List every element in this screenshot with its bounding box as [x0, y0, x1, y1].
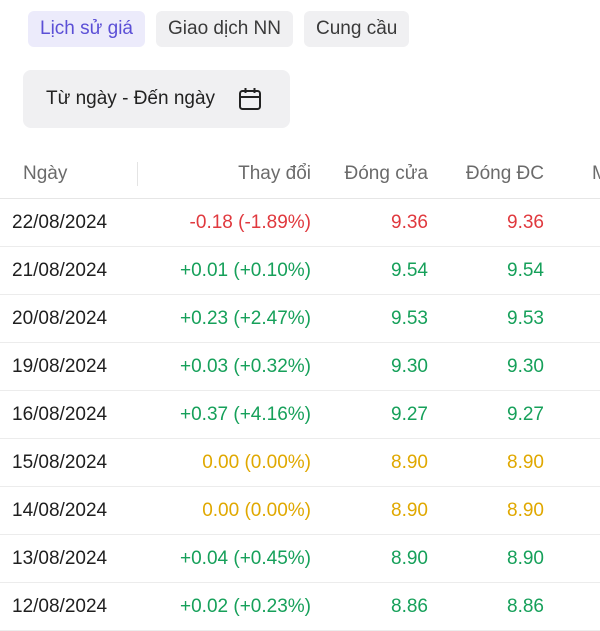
date-range-label: Từ ngày - Đến ngày [46, 88, 216, 109]
row-close: 8.90 [391, 499, 428, 521]
row-date: 20/08/2024 [12, 307, 108, 329]
table-header: Ngày Thay đổi Đóng cửa Đóng ĐC M [0, 150, 600, 199]
row-date: 22/08/2024 [12, 211, 108, 233]
row-date: 19/08/2024 [12, 355, 108, 377]
tab-price-history[interactable]: Lịch sử giá [28, 11, 145, 47]
row-adj-close: 8.86 [507, 595, 544, 617]
row-change: +0.37 (+4.16%) [180, 403, 311, 425]
row-close: 9.36 [391, 211, 428, 233]
row-adj-close: 8.90 [507, 547, 544, 569]
row-change: -0.18 (-1.89%) [189, 211, 311, 233]
row-change: +0.03 (+0.32%) [180, 355, 311, 377]
tab-bar: Lịch sử giá Giao dịch NN Cung cầu [28, 11, 410, 47]
row-date: 12/08/2024 [12, 595, 108, 617]
table-row[interactable]: 16/08/2024 +0.37 (+4.16%) 9.27 9.27 [0, 391, 600, 439]
row-close: 8.86 [391, 595, 428, 617]
row-change: +0.02 (+0.23%) [180, 595, 311, 617]
calendar-icon [239, 88, 261, 110]
row-adj-close: 8.90 [507, 499, 544, 521]
date-range-picker[interactable]: Từ ngày - Đến ngày [23, 70, 290, 128]
tab-foreign-trading[interactable]: Giao dịch NN [156, 11, 293, 47]
row-change: +0.23 (+2.47%) [180, 307, 311, 329]
row-date: 16/08/2024 [12, 403, 108, 425]
row-date: 14/08/2024 [12, 499, 108, 521]
row-close: 8.90 [391, 547, 428, 569]
tab-supply-demand[interactable]: Cung cầu [304, 11, 410, 47]
row-close: 9.30 [391, 355, 428, 377]
table-row[interactable]: 22/08/2024 -0.18 (-1.89%) 9.36 9.36 [0, 199, 600, 247]
table-row[interactable]: 12/08/2024 +0.02 (+0.23%) 8.86 8.86 [0, 583, 600, 631]
row-adj-close: 8.90 [507, 451, 544, 473]
table-row[interactable]: 15/08/2024 0.00 (0.00%) 8.90 8.90 [0, 439, 600, 487]
row-date: 21/08/2024 [12, 259, 108, 281]
row-adj-close: 9.30 [507, 355, 544, 377]
row-date: 15/08/2024 [12, 451, 108, 473]
row-change: +0.01 (+0.10%) [180, 259, 311, 281]
row-adj-close: 9.54 [507, 259, 544, 281]
header-date[interactable]: Ngày [23, 150, 67, 198]
header-close[interactable]: Đóng cửa [345, 150, 429, 198]
row-date: 13/08/2024 [12, 547, 108, 569]
header-adj-close[interactable]: Đóng ĐC [466, 150, 544, 198]
row-change: 0.00 (0.00%) [202, 499, 311, 521]
table-row[interactable]: 19/08/2024 +0.03 (+0.32%) 9.30 9.30 [0, 343, 600, 391]
price-history-table: Ngày Thay đổi Đóng cửa Đóng ĐC M 22/08/2… [0, 150, 600, 631]
row-adj-close: 9.27 [507, 403, 544, 425]
row-change: 0.00 (0.00%) [202, 451, 311, 473]
row-adj-close: 9.53 [507, 307, 544, 329]
row-close: 9.27 [391, 403, 428, 425]
row-change: +0.04 (+0.45%) [180, 547, 311, 569]
table-row[interactable]: 21/08/2024 +0.01 (+0.10%) 9.54 9.54 [0, 247, 600, 295]
row-close: 9.54 [391, 259, 428, 281]
table-row[interactable]: 20/08/2024 +0.23 (+2.47%) 9.53 9.53 [0, 295, 600, 343]
table-row[interactable]: 13/08/2024 +0.04 (+0.45%) 8.90 8.90 [0, 535, 600, 583]
row-adj-close: 9.36 [507, 211, 544, 233]
header-change[interactable]: Thay đổi [238, 150, 311, 198]
table-body: 22/08/2024 -0.18 (-1.89%) 9.36 9.36 21/08/20… [0, 199, 600, 631]
row-close: 8.90 [391, 451, 428, 473]
header-next-column[interactable]: M [592, 150, 600, 198]
column-divider [137, 162, 138, 186]
row-close: 9.53 [391, 307, 428, 329]
table-row[interactable]: 14/08/2024 0.00 (0.00%) 8.90 8.90 [0, 487, 600, 535]
